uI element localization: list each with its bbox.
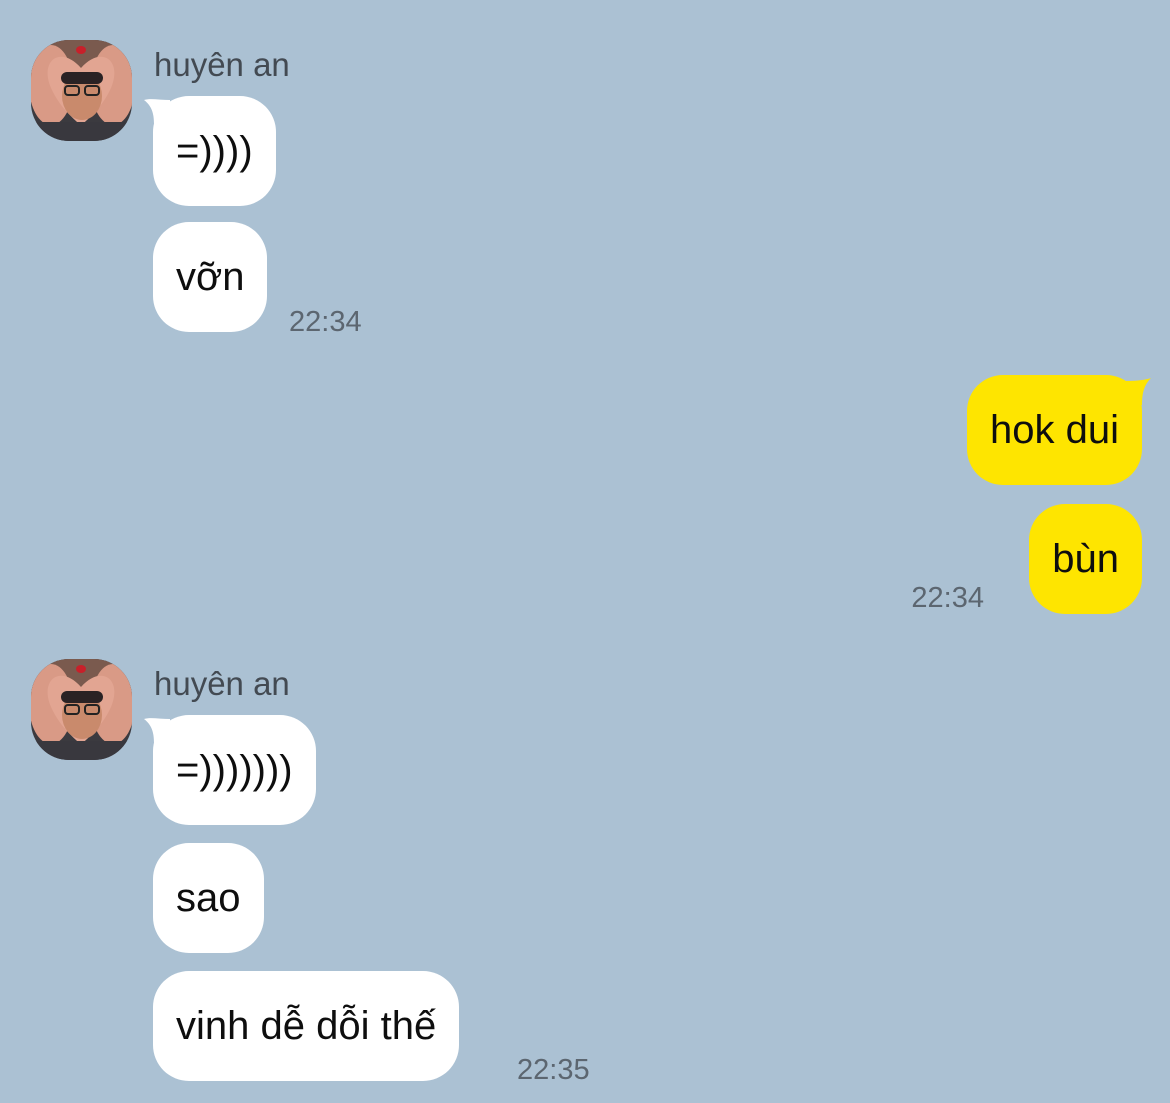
message-bubble[interactable]: sao (153, 843, 264, 953)
sender-name: huyên an (154, 46, 290, 83)
sender-name: huyên an (154, 665, 290, 702)
timestamp: 22:35 (517, 1054, 590, 1086)
message-bubble[interactable]: bùn (1029, 504, 1142, 614)
chat-area[interactable]: huyên an =)))) vỡn 22:34 hok dui bùn 22:… (0, 0, 1170, 1103)
message-bubble[interactable]: vỡn (153, 222, 268, 332)
message-bubble[interactable]: hok dui (967, 375, 1142, 485)
profile-photo-icon (31, 659, 132, 760)
avatar[interactable] (31, 659, 132, 760)
message-bubble[interactable]: =)))) (153, 96, 276, 206)
message-bubble[interactable]: vinh dễ dỗi thế (153, 971, 460, 1081)
timestamp: 22:34 (911, 582, 984, 614)
profile-photo-icon (31, 40, 132, 141)
avatar[interactable] (31, 40, 132, 141)
timestamp: 22:34 (289, 306, 362, 338)
message-bubble[interactable]: =))))))) (153, 715, 316, 825)
